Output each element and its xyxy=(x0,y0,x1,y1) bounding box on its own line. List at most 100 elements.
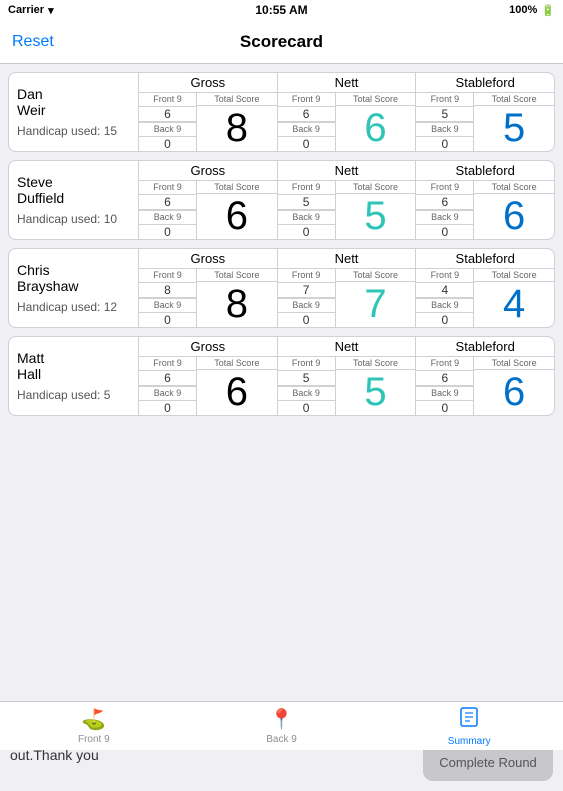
sub-col-rows: Front 9 5 Back 9 0 xyxy=(278,357,336,415)
total-col: Total Score 7 xyxy=(336,269,416,327)
back-value: 0 xyxy=(278,401,335,415)
tab-front-9[interactable]: ⛳Front 9 xyxy=(0,702,188,750)
section-body: Front 9 8 Back 9 0 Total Score 8 xyxy=(139,269,277,327)
sub-col-rows: Front 9 5 Back 9 0 xyxy=(278,181,336,239)
tab-icon-1: 📍 xyxy=(269,707,294,732)
sub-header-back: Back 9 xyxy=(416,298,473,313)
score-section: Stableford Front 9 6 Back 9 0 Total Scor… xyxy=(416,161,554,239)
total-header: Total Score xyxy=(197,93,277,106)
player-first-name: Steve xyxy=(17,174,130,190)
sub-rows: 6 Back 9 0 xyxy=(139,195,196,239)
total-header: Total Score xyxy=(474,357,554,370)
score-section: Gross Front 9 6 Back 9 0 Total Score 6 xyxy=(139,337,278,415)
total-value: 8 xyxy=(197,282,277,327)
total-big-score: 7 xyxy=(364,282,386,327)
back-value: 0 xyxy=(416,225,473,239)
sub-rows: 5 Back 9 0 xyxy=(278,371,335,415)
sub-col-rows: Front 9 6 Back 9 0 xyxy=(416,357,474,415)
sub-header-front: Front 9 xyxy=(278,269,335,283)
sub-header-front: Front 9 xyxy=(139,357,196,371)
reset-button[interactable]: Reset xyxy=(12,33,54,51)
total-value: 6 xyxy=(197,370,277,415)
sub-header-back: Back 9 xyxy=(139,210,196,225)
front-value: 6 xyxy=(139,107,196,122)
back-value: 0 xyxy=(416,313,473,327)
tab-summary[interactable]: Summary xyxy=(375,702,563,750)
total-big-score: 8 xyxy=(226,282,248,327)
sub-header-back: Back 9 xyxy=(139,298,196,313)
total-header: Total Score xyxy=(336,269,416,282)
sub-col-rows: Front 9 8 Back 9 0 xyxy=(139,269,197,327)
wifi-icon: ▾ xyxy=(48,4,54,17)
player-handicap: Handicap used: 12 xyxy=(17,300,130,314)
total-value: 6 xyxy=(336,106,416,151)
sub-header-back: Back 9 xyxy=(139,122,196,137)
back-value: 0 xyxy=(139,137,196,151)
section-body: Front 9 5 Back 9 0 Total Score 5 xyxy=(416,93,554,151)
front-value: 8 xyxy=(139,283,196,298)
carrier-label: Carrier xyxy=(8,4,44,16)
sub-rows: 6 Back 9 0 xyxy=(278,107,335,151)
total-col: Total Score 5 xyxy=(336,181,416,239)
total-value: 8 xyxy=(197,106,277,151)
section-header: Nett xyxy=(278,249,416,269)
total-big-score: 6 xyxy=(226,194,248,239)
sub-col-rows: Front 9 6 Back 9 0 xyxy=(416,181,474,239)
sub-header-front: Front 9 xyxy=(139,93,196,107)
sub-rows: 4 Back 9 0 xyxy=(416,283,473,327)
total-big-score: 5 xyxy=(364,194,386,239)
sub-header-front: Front 9 xyxy=(139,181,196,195)
total-big-score: 6 xyxy=(364,106,386,151)
section-body: Front 9 5 Back 9 0 Total Score 5 xyxy=(278,181,416,239)
section-header: Nett xyxy=(278,337,416,357)
total-col: Total Score 6 xyxy=(197,181,277,239)
total-col: Total Score 8 xyxy=(197,269,277,327)
player-first-name: Dan xyxy=(17,86,130,102)
status-left: Carrier ▾ xyxy=(8,4,54,17)
tab-icon-0: ⛳ xyxy=(81,707,106,732)
status-right: 100% 🔋 xyxy=(509,4,555,17)
section-header: Gross xyxy=(139,249,277,269)
score-section: Stableford Front 9 5 Back 9 0 Total Scor… xyxy=(416,73,554,151)
section-body: Front 9 5 Back 9 0 Total Score 5 xyxy=(278,357,416,415)
sub-header-front: Front 9 xyxy=(278,93,335,107)
sub-header-back: Back 9 xyxy=(278,122,335,137)
total-header: Total Score xyxy=(197,357,277,370)
section-header: Gross xyxy=(139,161,277,181)
total-col: Total Score 6 xyxy=(197,357,277,415)
sub-col-rows: Front 9 7 Back 9 0 xyxy=(278,269,336,327)
section-header: Gross xyxy=(139,73,277,93)
section-header: Stableford xyxy=(416,73,554,93)
front-value: 6 xyxy=(278,107,335,122)
total-big-score: 8 xyxy=(226,106,248,151)
tab-back-9[interactable]: 📍Back 9 xyxy=(188,702,376,750)
score-section: Stableford Front 9 6 Back 9 0 Total Scor… xyxy=(416,337,554,415)
player-card: Steve Duffield Handicap used: 10 Gross F… xyxy=(8,160,555,240)
sub-header-back: Back 9 xyxy=(278,298,335,313)
sub-header-back: Back 9 xyxy=(416,210,473,225)
front-value: 5 xyxy=(416,107,473,122)
player-info: Steve Duffield Handicap used: 10 xyxy=(9,161,139,239)
score-section: Gross Front 9 6 Back 9 0 Total Score 6 xyxy=(139,161,278,239)
sub-col-rows: Front 9 6 Back 9 0 xyxy=(139,181,197,239)
total-col: Total Score 4 xyxy=(474,269,554,327)
score-sections: Gross Front 9 8 Back 9 0 Total Score 8 xyxy=(139,249,554,327)
front-value: 4 xyxy=(416,283,473,298)
player-info: Dan Weir Handicap used: 15 xyxy=(9,73,139,151)
tab-icon-2 xyxy=(458,706,480,734)
tab-label-2: Summary xyxy=(448,736,491,747)
score-section: Nett Front 9 5 Back 9 0 Total Score 5 xyxy=(278,161,417,239)
battery-icon: 🔋 xyxy=(541,4,555,17)
sub-header-back: Back 9 xyxy=(416,386,473,401)
total-big-score: 5 xyxy=(364,370,386,415)
total-header: Total Score xyxy=(474,269,554,282)
nav-title: Scorecard xyxy=(240,32,323,52)
sub-header-front: Front 9 xyxy=(416,269,473,283)
total-big-score: 6 xyxy=(503,194,525,239)
sub-header-back: Back 9 xyxy=(139,386,196,401)
sub-col-rows: Front 9 5 Back 9 0 xyxy=(416,93,474,151)
section-header: Nett xyxy=(278,161,416,181)
total-col: Total Score 6 xyxy=(474,181,554,239)
back-value: 0 xyxy=(139,401,196,415)
sub-header-front: Front 9 xyxy=(416,181,473,195)
